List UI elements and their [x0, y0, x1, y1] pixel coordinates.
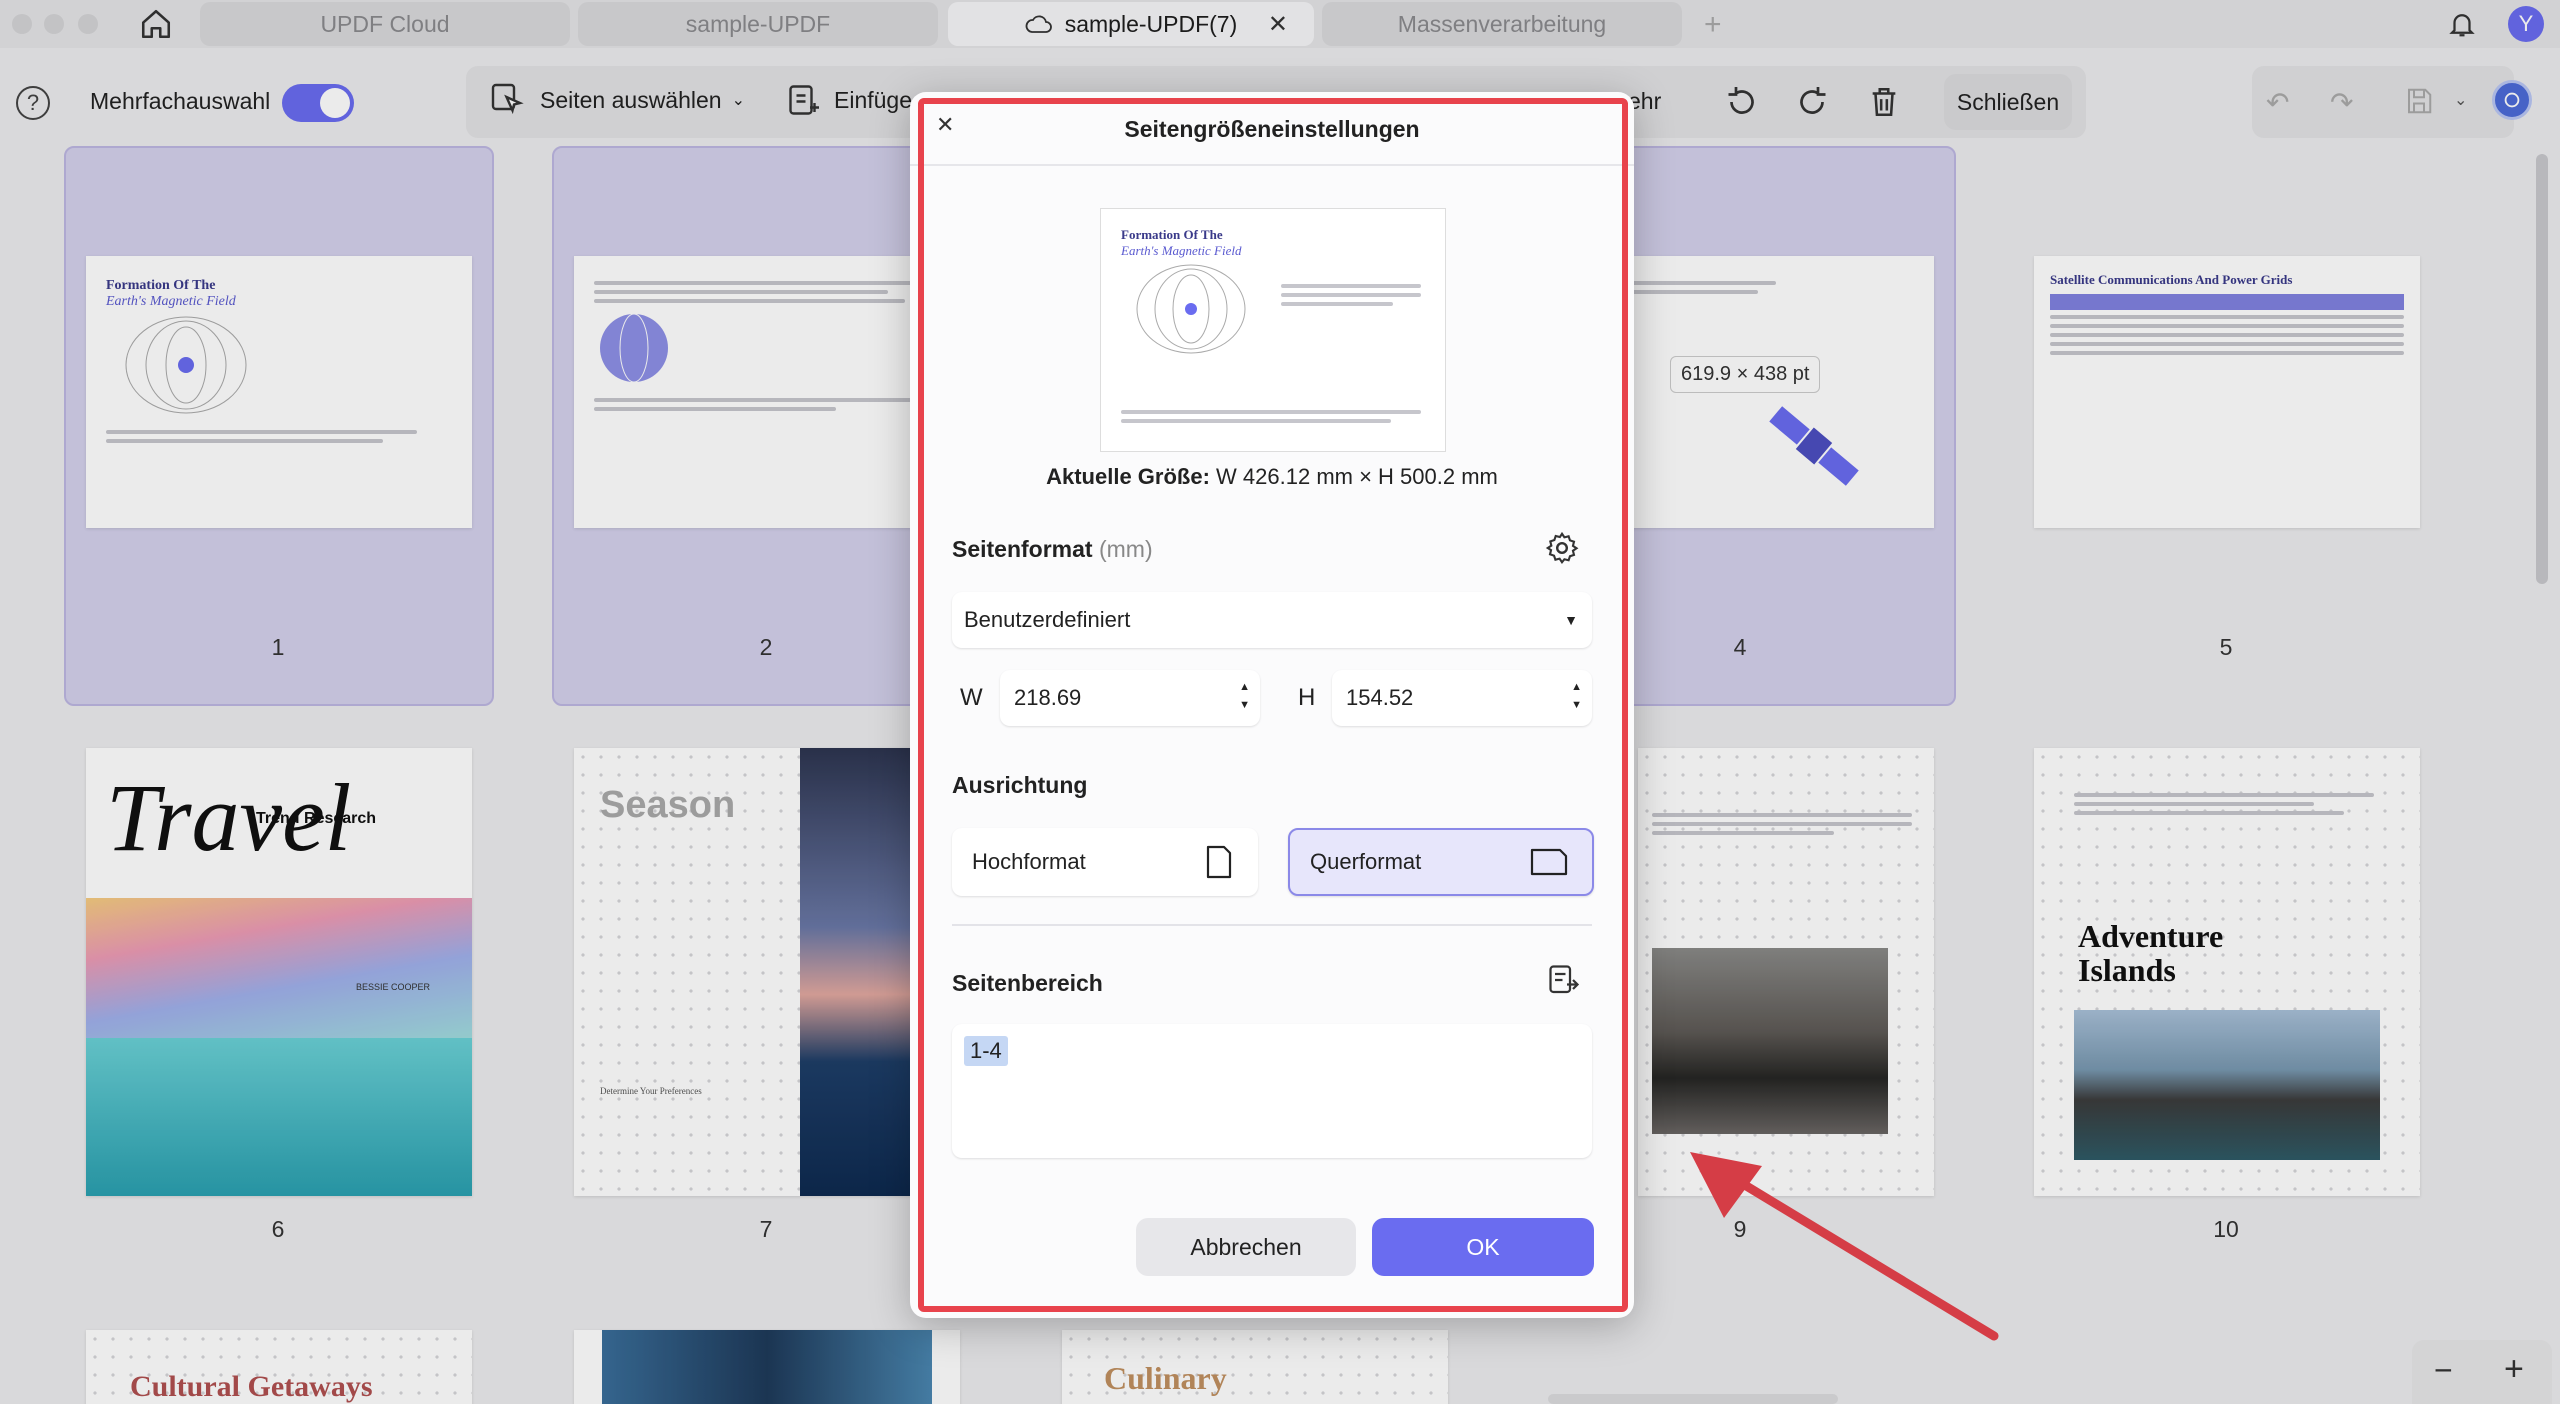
- landscape-label: Querformat: [1310, 849, 1422, 874]
- landscape-option[interactable]: Querformat: [1288, 828, 1594, 896]
- height-input[interactable]: 154.52 ▲ ▼: [1332, 670, 1592, 726]
- portrait-option[interactable]: Hochformat: [952, 828, 1258, 896]
- height-value: 154.52: [1346, 685, 1414, 710]
- page-format-unit: (mm): [1098, 536, 1153, 562]
- height-label: H: [1298, 684, 1316, 711]
- page-range-picker-icon[interactable]: [1546, 962, 1582, 998]
- ok-button[interactable]: OK: [1372, 1218, 1594, 1276]
- width-stepper-icon[interactable]: ▲ ▼: [1239, 678, 1250, 714]
- preview-subtitle: Earth's Magnetic Field: [1121, 243, 1242, 258]
- current-size: Aktuelle Größe: W 426.12 mm × H 500.2 mm: [910, 464, 1634, 490]
- landscape-page-icon: [1530, 848, 1568, 876]
- page-format-selected: Benutzerdefiniert: [964, 607, 1131, 632]
- height-stepper-icon[interactable]: ▲ ▼: [1571, 678, 1582, 714]
- page-size-dialog: ✕ Seitengrößeneinstellungen Formation Of…: [910, 92, 1634, 1318]
- width-input[interactable]: 218.69 ▲ ▼: [1000, 670, 1260, 726]
- gear-icon[interactable]: [1544, 530, 1580, 566]
- dialog-title: Seitengrößeneinstellungen: [1124, 116, 1420, 142]
- preview-title: Formation Of The: [1121, 227, 1223, 242]
- width-value: 218.69: [1014, 685, 1082, 710]
- cancel-button[interactable]: Abbrechen: [1136, 1218, 1356, 1276]
- dropdown-arrow-icon: ▼: [1564, 612, 1578, 628]
- current-size-value: W 426.12 mm × H 500.2 mm: [1216, 464, 1498, 489]
- portrait-label: Hochformat: [972, 849, 1086, 874]
- orientation-label: Ausrichtung: [952, 772, 1088, 798]
- page-range-value: 1-4: [964, 1036, 1008, 1066]
- page-preview: Formation Of The Earth's Magnetic Field: [1100, 208, 1446, 452]
- current-size-label: Aktuelle Größe:: [1046, 464, 1210, 489]
- preview-diagram: [1136, 264, 1246, 354]
- page-range-input[interactable]: 1-4: [952, 1024, 1592, 1158]
- divider: [952, 924, 1592, 926]
- page-format-label: Seitenformat (mm): [952, 536, 1153, 562]
- page-range-label: Seitenbereich: [952, 970, 1103, 996]
- page-format-select[interactable]: Benutzerdefiniert ▼: [952, 592, 1592, 648]
- width-label: W: [960, 684, 983, 711]
- portrait-page-icon: [1206, 845, 1232, 879]
